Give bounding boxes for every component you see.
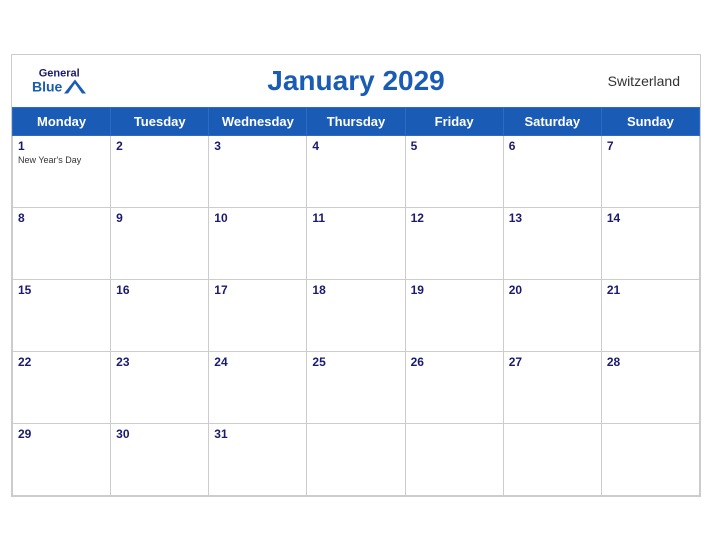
calendar-table: MondayTuesdayWednesdayThursdayFridaySatu… xyxy=(12,107,700,496)
calendar-cell: 18 xyxy=(307,279,405,351)
day-number: 6 xyxy=(509,139,596,153)
calendar-cell: 10 xyxy=(209,207,307,279)
day-number: 15 xyxy=(18,283,105,297)
calendar-cell: 23 xyxy=(111,351,209,423)
calendar-cell: 19 xyxy=(405,279,503,351)
calendar-cell: 21 xyxy=(601,279,699,351)
day-number: 8 xyxy=(18,211,105,225)
calendar-cell: 26 xyxy=(405,351,503,423)
day-number: 17 xyxy=(214,283,301,297)
day-number: 30 xyxy=(116,427,203,441)
logo-blue: Blue xyxy=(32,79,62,93)
day-number: 26 xyxy=(411,355,498,369)
calendar-cell: 5 xyxy=(405,135,503,207)
logo-icon xyxy=(64,79,86,93)
logo-area: General Blue xyxy=(32,68,86,93)
day-number: 16 xyxy=(116,283,203,297)
day-number: 18 xyxy=(312,283,399,297)
day-number: 3 xyxy=(214,139,301,153)
day-number: 28 xyxy=(607,355,694,369)
calendar-cell: 17 xyxy=(209,279,307,351)
calendar-cell: 13 xyxy=(503,207,601,279)
calendar-header-row: MondayTuesdayWednesdayThursdayFridaySatu… xyxy=(13,107,700,135)
calendar-cell: 6 xyxy=(503,135,601,207)
calendar-week-row: 89 10 11 12 13 14 xyxy=(13,207,700,279)
holiday-label: New Year's Day xyxy=(18,155,105,165)
calendar-cell: 29 xyxy=(13,423,111,495)
calendar-cell xyxy=(405,423,503,495)
calendar-week-row: 1 New Year's Day 234567 xyxy=(13,135,700,207)
calendar-cell xyxy=(601,423,699,495)
day-number: 19 xyxy=(411,283,498,297)
calendar-cell: 27 xyxy=(503,351,601,423)
day-number: 23 xyxy=(116,355,203,369)
calendar-header: General Blue January 2029 Switzerland xyxy=(12,55,700,107)
col-header-sunday: Sunday xyxy=(601,107,699,135)
calendar-cell: 22 xyxy=(13,351,111,423)
calendar-week-row: 15 16 17 18 19 20 21 xyxy=(13,279,700,351)
day-number: 22 xyxy=(18,355,105,369)
col-header-friday: Friday xyxy=(405,107,503,135)
day-number: 14 xyxy=(607,211,694,225)
day-number: 2 xyxy=(116,139,203,153)
day-number: 9 xyxy=(116,211,203,225)
calendar-cell: 8 xyxy=(13,207,111,279)
calendar-cell: 3 xyxy=(209,135,307,207)
col-header-monday: Monday xyxy=(13,107,111,135)
calendar-week-row: 29 30 31 xyxy=(13,423,700,495)
calendar-cell: 2 xyxy=(111,135,209,207)
day-number: 24 xyxy=(214,355,301,369)
calendar-cell: 9 xyxy=(111,207,209,279)
col-header-saturday: Saturday xyxy=(503,107,601,135)
country-label: Switzerland xyxy=(608,73,680,89)
day-number: 12 xyxy=(411,211,498,225)
day-number: 4 xyxy=(312,139,399,153)
day-number: 11 xyxy=(312,211,399,225)
calendar-cell: 4 xyxy=(307,135,405,207)
calendar-cell: 20 xyxy=(503,279,601,351)
day-number: 7 xyxy=(607,139,694,153)
day-number: 20 xyxy=(509,283,596,297)
day-number: 25 xyxy=(312,355,399,369)
calendar-cell: 16 xyxy=(111,279,209,351)
calendar-title: January 2029 xyxy=(267,65,444,97)
day-number: 5 xyxy=(411,139,498,153)
calendar-cell: 7 xyxy=(601,135,699,207)
day-number: 31 xyxy=(214,427,301,441)
calendar-cell: 12 xyxy=(405,207,503,279)
day-number: 27 xyxy=(509,355,596,369)
calendar-cell: 28 xyxy=(601,351,699,423)
day-number: 13 xyxy=(509,211,596,225)
calendar-cell: 25 xyxy=(307,351,405,423)
calendar-container: General Blue January 2029 Switzerland Mo… xyxy=(11,54,701,497)
col-header-thursday: Thursday xyxy=(307,107,405,135)
day-number: 29 xyxy=(18,427,105,441)
day-number: 1 xyxy=(18,139,105,153)
col-header-tuesday: Tuesday xyxy=(111,107,209,135)
calendar-week-row: 22 23 24 25 26 27 28 xyxy=(13,351,700,423)
calendar-cell: 30 xyxy=(111,423,209,495)
calendar-cell: 15 xyxy=(13,279,111,351)
day-number: 21 xyxy=(607,283,694,297)
calendar-cell: 31 xyxy=(209,423,307,495)
day-number: 10 xyxy=(214,211,301,225)
calendar-cell: 11 xyxy=(307,207,405,279)
calendar-cell: 24 xyxy=(209,351,307,423)
calendar-cell: 14 xyxy=(601,207,699,279)
calendar-cell xyxy=(503,423,601,495)
calendar-cell: 1 New Year's Day xyxy=(13,135,111,207)
calendar-cell xyxy=(307,423,405,495)
col-header-wednesday: Wednesday xyxy=(209,107,307,135)
